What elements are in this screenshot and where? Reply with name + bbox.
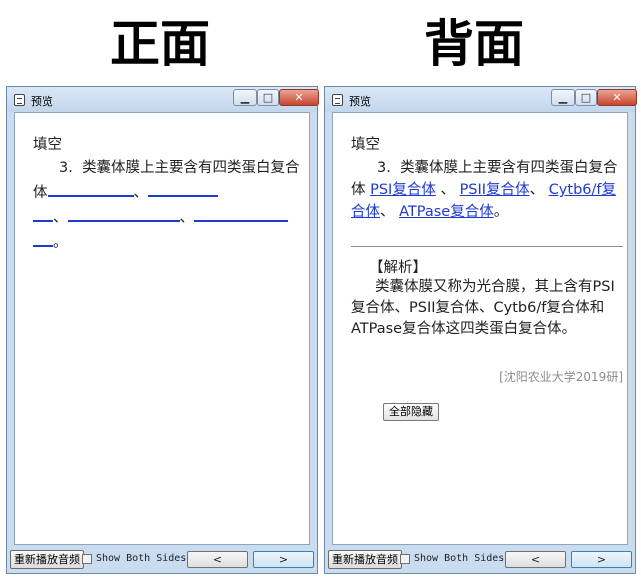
question-body: 3. 类囊体膜上主要含有四类蛋白复合体 PSI复合体 、 PSII复合体、 Cy… xyxy=(351,160,618,220)
minimize-button[interactable]: ▁ xyxy=(233,89,257,106)
prev-button[interactable]: < xyxy=(505,551,566,568)
preview-window-back: 预览 ▁ □ ✕ 填空 3. 类囊体膜上主要含有四类蛋白复合体 PSI复合体 、… xyxy=(324,86,637,574)
question-number: 3. xyxy=(377,160,391,176)
maximize-button[interactable]: □ xyxy=(575,89,597,106)
answer-blank-4b[interactable] xyxy=(33,229,53,247)
preview-window-front: 预览 ▁ □ ✕ 填空 3. 类囊体膜上主要含有四类蛋白复合体、、、。 重新播放… xyxy=(6,86,319,574)
maximize-button[interactable]: □ xyxy=(257,89,279,106)
show-both-sides-label[interactable]: Show Both Sides xyxy=(414,553,504,564)
answer-2: PSII复合体 xyxy=(459,182,530,198)
answer-divider xyxy=(351,246,623,247)
question-body: 3. 类囊体膜上主要含有四类蛋白复合体、、、。 xyxy=(33,160,300,251)
bottom-bar: 重新播放音频 Show Both Sides < > xyxy=(325,545,635,573)
show-both-sides-checkbox[interactable] xyxy=(400,554,410,564)
question-number: 3. xyxy=(59,160,73,176)
prev-button[interactable]: < xyxy=(187,551,248,568)
app-icon xyxy=(332,94,343,106)
next-button[interactable]: > xyxy=(571,551,632,568)
hide-all-button[interactable]: 全部隐藏 xyxy=(383,403,439,421)
answer-blank-4a[interactable] xyxy=(194,204,288,222)
window-title: 预览 xyxy=(31,95,53,108)
front-heading: 正面 xyxy=(110,15,210,73)
title-bar[interactable]: 预览 ▁ □ ✕ xyxy=(325,87,637,112)
answer-4: ATPase复合体 xyxy=(399,204,494,220)
app-icon xyxy=(14,94,25,106)
source-label: [沈阳农业大学2019研] xyxy=(499,370,623,384)
next-button[interactable]: > xyxy=(253,551,314,568)
replay-audio-button[interactable]: 重新播放音频 xyxy=(328,550,402,569)
question-type: 填空 xyxy=(351,137,380,153)
show-both-sides-label[interactable]: Show Both Sides xyxy=(96,553,186,564)
answer-blank-2a[interactable] xyxy=(148,179,218,197)
card-content: 填空 3. 类囊体膜上主要含有四类蛋白复合体 PSI复合体 、 PSII复合体、… xyxy=(332,112,628,545)
bottom-bar: 重新播放音频 Show Both Sides < > xyxy=(7,545,317,573)
minimize-button[interactable]: ▁ xyxy=(551,89,575,106)
answer-1: PSI复合体 xyxy=(370,182,436,198)
back-heading: 背面 xyxy=(424,15,524,73)
close-button[interactable]: ✕ xyxy=(597,89,637,106)
answer-blank-2b[interactable] xyxy=(33,204,53,222)
card-content: 填空 3. 类囊体膜上主要含有四类蛋白复合体、、、。 xyxy=(14,112,310,545)
question-type: 填空 xyxy=(33,137,62,153)
show-both-sides-checkbox[interactable] xyxy=(82,554,92,564)
close-button[interactable]: ✕ xyxy=(279,89,319,106)
analysis-text: 类囊体膜又称为光合膜，其上含有PSI复合体、PSII复合体、Cytb6/f复合体… xyxy=(351,279,615,337)
analysis-heading: 【解析】 xyxy=(369,260,427,276)
replay-audio-button[interactable]: 重新播放音频 xyxy=(10,550,84,569)
answer-blank-1[interactable] xyxy=(47,179,134,197)
title-bar[interactable]: 预览 ▁ □ ✕ xyxy=(7,87,319,112)
answer-blank-3[interactable] xyxy=(67,204,180,222)
window-title: 预览 xyxy=(349,95,371,108)
